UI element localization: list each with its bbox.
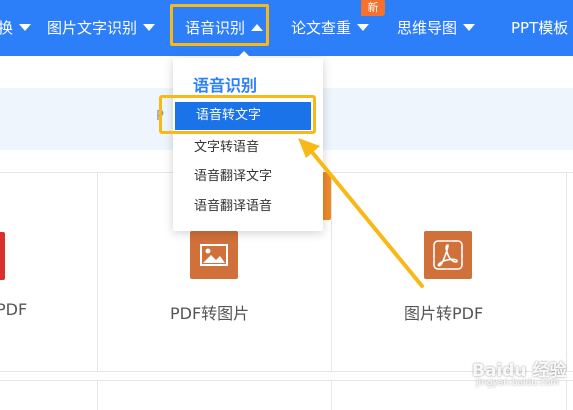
baidu-watermark-url: jingyan.baidu.com	[476, 378, 560, 388]
annotation-arrow-icon	[298, 138, 424, 288]
